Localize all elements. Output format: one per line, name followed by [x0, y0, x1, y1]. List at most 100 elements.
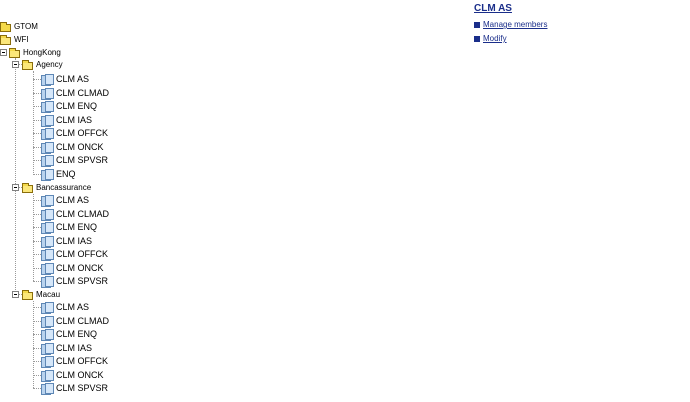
- group-icon: [41, 329, 54, 341]
- tree-node-label[interactable]: Bancassurance: [36, 181, 91, 194]
- tree-connector: [33, 227, 41, 228]
- group-icon: [41, 128, 54, 140]
- tree-leaf-label[interactable]: CLM OFFCK: [56, 355, 108, 368]
- tree-connector: [33, 200, 41, 201]
- tree-leaf[interactable]: CLM CLMAD: [41, 208, 109, 221]
- tree-connector: [33, 375, 41, 376]
- tree-leaf[interactable]: CLM CLMAD: [41, 315, 109, 328]
- group-icon: [41, 263, 54, 275]
- tree-connector: [33, 348, 41, 349]
- modify-action: Modify: [474, 32, 547, 45]
- group-icon: [41, 74, 54, 86]
- group-icon: [41, 142, 54, 154]
- group-icon: [41, 276, 54, 288]
- tree-leaf-label[interactable]: CLM ENQ: [56, 221, 97, 234]
- tree-connector: [33, 160, 41, 161]
- bullet-icon: [474, 21, 480, 28]
- tree-connector: [15, 58, 16, 294]
- tree-leaf-label[interactable]: CLM AS: [56, 301, 89, 314]
- tree-leaf-label[interactable]: CLM ONCK: [56, 369, 104, 382]
- collapse-icon[interactable]: [12, 61, 19, 68]
- group-icon: [41, 115, 54, 127]
- tree-leaf[interactable]: CLM AS: [41, 301, 89, 314]
- tree-leaf-label[interactable]: CLM IAS: [56, 342, 92, 355]
- tree-connector: [33, 147, 41, 148]
- tree-connector: [33, 268, 41, 269]
- panel-title-link[interactable]: CLM AS: [474, 3, 547, 14]
- tree-connector: [33, 79, 41, 80]
- tree-leaf-label[interactable]: CLM ONCK: [56, 141, 104, 154]
- tree-leaf-label[interactable]: CLM AS: [56, 73, 89, 86]
- tree-leaf-label[interactable]: CLM IAS: [56, 114, 92, 127]
- open-folder-icon: [22, 289, 33, 300]
- group-icon: [41, 169, 54, 181]
- tree-node-macau[interactable]: Macau: [12, 288, 60, 301]
- group-icon: [41, 101, 54, 113]
- tree-leaf[interactable]: CLM ENQ: [41, 328, 97, 341]
- tree-leaf[interactable]: CLM SPVSR: [41, 154, 108, 167]
- open-folder-icon: [22, 182, 33, 193]
- tree-leaf[interactable]: CLM ENQ: [41, 100, 97, 113]
- tree-node-label[interactable]: Macau: [36, 288, 60, 301]
- tree-leaf-label[interactable]: CLM CLMAD: [56, 208, 109, 221]
- tree-leaf-label[interactable]: CLM OFFCK: [56, 248, 108, 261]
- tree-leaf-label[interactable]: CLM SPVSR: [56, 275, 108, 288]
- open-folder-icon: [9, 47, 20, 58]
- tree-leaf[interactable]: CLM AS: [41, 73, 89, 86]
- manage-members-link[interactable]: Manage members: [483, 20, 547, 29]
- tree-leaf[interactable]: CLM IAS: [41, 342, 92, 355]
- tree-connector: [33, 307, 41, 308]
- tree-leaf[interactable]: CLM ONCK: [41, 141, 104, 154]
- group-tree: GTOM WFI HongKong Agency CLM AS CLM CLMA…: [0, 0, 460, 402]
- tree-leaf-label[interactable]: CLM ONCK: [56, 262, 104, 275]
- tree-node-gtom[interactable]: GTOM: [0, 20, 38, 33]
- tree-connector: [33, 334, 41, 335]
- tree-leaf-label[interactable]: CLM SPVSR: [56, 382, 108, 395]
- tree-node-label[interactable]: GTOM: [14, 20, 38, 33]
- group-icon: [41, 155, 54, 167]
- tree-leaf-label[interactable]: CLM SPVSR: [56, 154, 108, 167]
- tree-node-wfi[interactable]: WFI: [0, 33, 29, 46]
- modify-link[interactable]: Modify: [483, 34, 507, 43]
- tree-node-label[interactable]: WFI: [14, 33, 29, 46]
- tree-leaf-label[interactable]: CLM CLMAD: [56, 315, 109, 328]
- tree-connector: [33, 241, 41, 242]
- tree-connector: [33, 120, 41, 121]
- tree-leaf-label[interactable]: CLM OFFCK: [56, 127, 108, 140]
- group-icon: [41, 88, 54, 100]
- tree-leaf[interactable]: CLM OFFCK: [41, 127, 108, 140]
- tree-leaf[interactable]: CLM ONCK: [41, 369, 104, 382]
- manage-members-action: Manage members: [474, 18, 547, 31]
- tree-leaf-label[interactable]: CLM AS: [56, 194, 89, 207]
- folder-icon: [0, 21, 11, 32]
- tree-leaf-label[interactable]: CLM ENQ: [56, 100, 97, 113]
- tree-leaf[interactable]: CLM OFFCK: [41, 248, 108, 261]
- tree-leaf[interactable]: CLM IAS: [41, 114, 92, 127]
- tree-leaf[interactable]: CLM IAS: [41, 235, 92, 248]
- tree-leaf[interactable]: ENQ: [41, 168, 76, 181]
- tree-leaf[interactable]: CLM AS: [41, 194, 89, 207]
- tree-connector: [33, 93, 41, 94]
- tree-leaf[interactable]: CLM SPVSR: [41, 275, 108, 288]
- tree-leaf-label[interactable]: CLM ENQ: [56, 328, 97, 341]
- collapse-icon[interactable]: [12, 184, 19, 191]
- tree-connector: [33, 133, 41, 134]
- tree-leaf[interactable]: CLM OFFCK: [41, 355, 108, 368]
- tree-connector: [33, 106, 41, 107]
- tree-leaf[interactable]: CLM ENQ: [41, 221, 97, 234]
- tree-node-agency[interactable]: Agency: [12, 58, 63, 71]
- group-icon: [41, 343, 54, 355]
- bullet-icon: [474, 35, 480, 42]
- tree-node-label[interactable]: Agency: [36, 58, 63, 71]
- collapse-icon[interactable]: [0, 49, 7, 56]
- tree-leaf-label[interactable]: CLM CLMAD: [56, 87, 109, 100]
- tree-leaf[interactable]: CLM ONCK: [41, 262, 104, 275]
- tree-leaf[interactable]: CLM SPVSR: [41, 382, 108, 395]
- tree-leaf-label[interactable]: CLM IAS: [56, 235, 92, 248]
- tree-leaf-label[interactable]: ENQ: [56, 168, 76, 181]
- tree-leaf[interactable]: CLM CLMAD: [41, 87, 109, 100]
- tree-connector: [33, 174, 41, 175]
- group-icon: [41, 302, 54, 314]
- collapse-icon[interactable]: [12, 291, 19, 298]
- tree-node-bancassurance[interactable]: Bancassurance: [12, 181, 91, 194]
